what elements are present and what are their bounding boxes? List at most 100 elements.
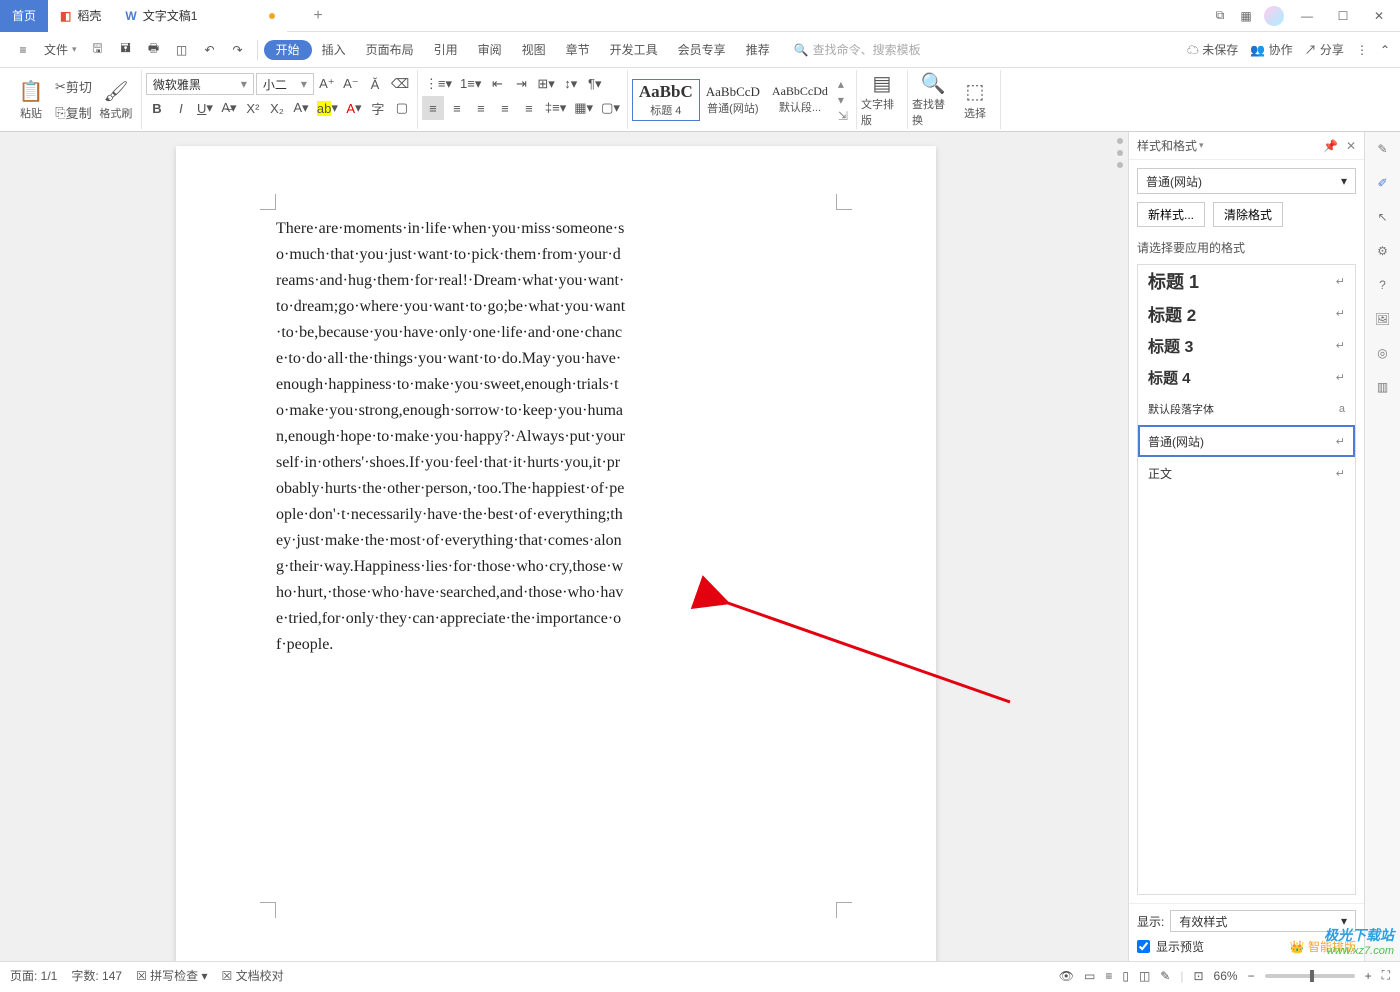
cooperate-button[interactable]: 👥 协作 xyxy=(1250,41,1292,58)
tab-docker[interactable]: ◧ 稻壳 xyxy=(48,0,113,32)
zoom-level[interactable]: 66% xyxy=(1214,969,1238,983)
text-effect-icon[interactable]: A▾ xyxy=(290,96,312,120)
clear-format-icon[interactable]: ⌫ xyxy=(388,72,412,96)
apps-icon[interactable]: ▦ xyxy=(1238,8,1254,24)
hamburger-icon[interactable]: ≡ xyxy=(10,37,36,63)
copy-button[interactable]: ⎘ 复制 xyxy=(52,101,95,125)
save-as-icon[interactable]: 🖬 xyxy=(113,37,139,63)
menu-tab-审阅[interactable]: 审阅 xyxy=(468,39,512,61)
show-preview-checkbox[interactable] xyxy=(1137,940,1150,953)
more-icon[interactable]: ⋮ xyxy=(1356,43,1368,57)
style-item[interactable]: 标题 3↵ xyxy=(1138,329,1355,361)
collapse-ribbon-icon[interactable]: ⌃ xyxy=(1380,43,1390,57)
share-button[interactable]: ↗ 分享 xyxy=(1305,41,1344,58)
strikethrough-icon[interactable]: A̶▾ xyxy=(218,96,240,120)
minimize-button[interactable]: — xyxy=(1294,9,1320,23)
menu-tab-引用[interactable]: 引用 xyxy=(424,39,468,61)
align-right-icon[interactable]: ≡ xyxy=(470,96,492,120)
style-item[interactable]: 默认段落字体a xyxy=(1138,393,1355,425)
italic-icon[interactable]: I xyxy=(170,96,192,120)
format-painter-button[interactable]: 🖌格式刷 xyxy=(95,72,137,128)
redo-icon[interactable]: ↷ xyxy=(225,37,251,63)
layout-tool-icon[interactable]: ▥ xyxy=(1372,376,1394,398)
sort-icon[interactable]: ↕▾ xyxy=(560,72,582,96)
select-button[interactable]: ⬚选择 xyxy=(954,72,996,128)
style-item[interactable]: 标题 4↵ xyxy=(1138,361,1355,393)
style-preview-default[interactable]: AaBbCcDd 默认段... xyxy=(766,82,834,117)
style-item[interactable]: 普通(网站)↵ xyxy=(1138,425,1355,457)
style-item[interactable]: 标题 1↵ xyxy=(1138,265,1355,297)
tab-document[interactable]: W 文字文稿1 xyxy=(113,0,287,32)
subscript-icon[interactable]: X₂ xyxy=(266,96,288,120)
menu-tab-开发工具[interactable]: 开发工具 xyxy=(600,39,668,61)
paste-button[interactable]: 📋粘贴 xyxy=(10,72,52,128)
print-icon[interactable]: 🖶 xyxy=(141,37,167,63)
thesaurus-icon[interactable]: ✎ xyxy=(1372,138,1394,160)
menu-tab-插入[interactable]: 插入 xyxy=(312,39,356,61)
menu-tab-视图[interactable]: 视图 xyxy=(512,39,556,61)
increase-font-icon[interactable]: A⁺ xyxy=(316,72,338,96)
file-menu[interactable]: 文件▾ xyxy=(38,41,83,58)
numbering-icon[interactable]: 1≡▾ xyxy=(457,72,484,96)
new-tab-button[interactable]: + xyxy=(287,0,348,32)
bullets-icon[interactable]: ⋮≡▾ xyxy=(422,72,455,96)
view-page-icon[interactable]: ▭ xyxy=(1084,969,1095,983)
phonetic-icon[interactable]: 字 xyxy=(367,96,389,120)
decrease-indent-icon[interactable]: ⇤ xyxy=(486,72,508,96)
style-preview-heading4[interactable]: AaBbC 标题 4 xyxy=(632,79,700,121)
document-region[interactable]: There·are·moments·in·life·when·you·miss·… xyxy=(0,132,1112,961)
unsaved-status[interactable]: ☁ 未保存 xyxy=(1187,41,1238,58)
page-indicator[interactable]: 页面: 1/1 xyxy=(10,967,57,984)
current-style-select[interactable]: 普通(网站)▾ xyxy=(1137,168,1356,194)
user-avatar[interactable] xyxy=(1264,6,1284,26)
doc-check-button[interactable]: ☒ 文档校对 xyxy=(222,967,284,984)
window-mode-icon[interactable]: ⧉ xyxy=(1212,8,1228,24)
pin-icon[interactable]: 📌 xyxy=(1323,139,1338,153)
help-icon[interactable]: ? xyxy=(1372,274,1394,296)
find-replace-button[interactable]: 🔍查找替换 xyxy=(912,72,954,128)
view-outline-icon[interactable]: ≡ xyxy=(1105,969,1112,983)
document-text[interactable]: There·are·moments·in·life·when·you·miss·… xyxy=(276,216,626,658)
command-search[interactable]: 🔍 查找命令、搜索模板 xyxy=(794,41,921,58)
undo-icon[interactable]: ↶ xyxy=(197,37,223,63)
shading-icon[interactable]: ▦▾ xyxy=(571,96,596,120)
change-case-icon[interactable]: Ǎ xyxy=(364,72,386,96)
zoom-out-icon[interactable]: − xyxy=(1248,969,1255,983)
zoom-fit-icon[interactable]: ⊡ xyxy=(1193,969,1203,983)
style-more-icon[interactable]: ⇲ xyxy=(838,109,848,123)
borders-icon[interactable]: ▢▾ xyxy=(598,96,623,120)
line-spacing-icon[interactable]: ‡≡▾ xyxy=(542,96,569,120)
style-item[interactable]: 正文↵ xyxy=(1138,457,1355,489)
increase-indent-icon[interactable]: ⇥ xyxy=(510,72,532,96)
spellcheck-button[interactable]: ☒ 拼写检查 ▾ xyxy=(136,967,207,984)
style-scroll-down-icon[interactable]: ▾ xyxy=(838,93,848,107)
close-panel-icon[interactable]: ✕ xyxy=(1346,139,1356,153)
menu-tab-章节[interactable]: 章节 xyxy=(556,39,600,61)
location-tool-icon[interactable]: ◎ xyxy=(1372,342,1394,364)
zoom-in-icon[interactable]: + xyxy=(1365,969,1372,983)
select-tool-icon[interactable]: ↖ xyxy=(1372,206,1394,228)
zoom-slider[interactable] xyxy=(1265,974,1355,978)
menu-tab-页面布局[interactable]: 页面布局 xyxy=(356,39,424,61)
text-layout-button[interactable]: ▤文字排版 xyxy=(861,72,903,128)
clear-format-button[interactable]: 清除格式 xyxy=(1213,202,1283,227)
new-style-button[interactable]: 新样式... xyxy=(1137,202,1205,227)
view-edit-icon[interactable]: ✎ xyxy=(1160,969,1170,983)
view-web-icon[interactable]: ◫ xyxy=(1139,969,1150,983)
cut-button[interactable]: ✂ 剪切 xyxy=(52,75,95,99)
word-count[interactable]: 字数: 147 xyxy=(71,967,122,984)
char-border-icon[interactable]: ▢ xyxy=(391,96,413,120)
close-button[interactable]: ✕ xyxy=(1366,9,1392,23)
print-preview-icon[interactable]: ◫ xyxy=(169,37,195,63)
align-left-icon[interactable]: ≡ xyxy=(422,96,444,120)
tab-settings-icon[interactable]: ⊞▾ xyxy=(534,72,557,96)
show-marks-icon[interactable]: ¶▾ xyxy=(584,72,606,96)
fullscreen-icon[interactable]: ⛶ xyxy=(1382,968,1390,983)
superscript-icon[interactable]: X² xyxy=(242,96,264,120)
align-center-icon[interactable]: ≡ xyxy=(446,96,468,120)
style-item[interactable]: 标题 2↵ xyxy=(1138,297,1355,329)
font-size-select[interactable]: 小二▾ xyxy=(256,73,314,95)
save-icon[interactable]: 🖫 xyxy=(85,37,111,63)
menu-tab-开始[interactable]: 开始 xyxy=(264,40,312,60)
style-scroll-up-icon[interactable]: ▴ xyxy=(838,77,848,91)
